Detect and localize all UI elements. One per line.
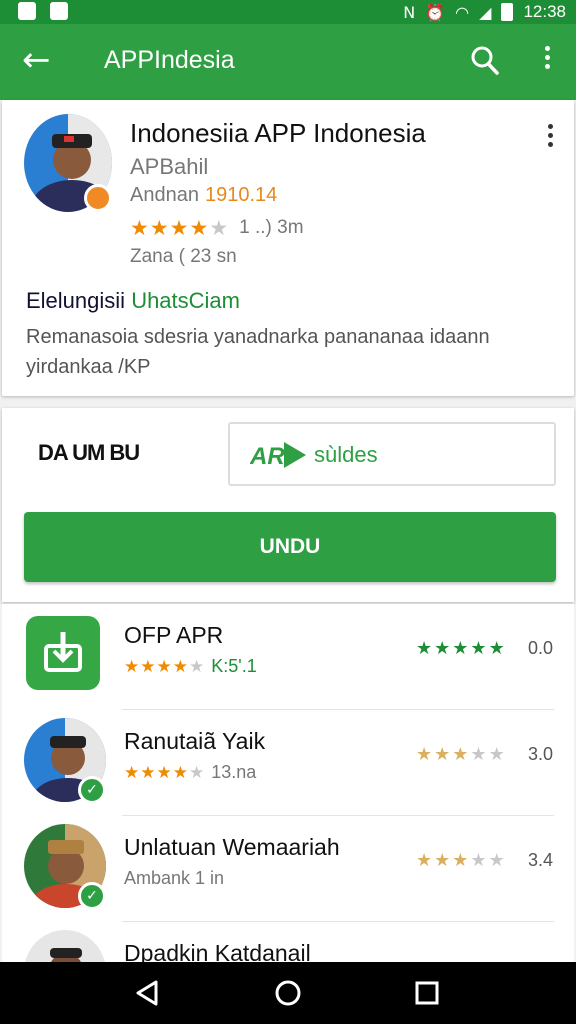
star-filled-icon: ★ [434,744,453,765]
star-filled-icon: ★ [172,763,189,783]
developer-name[interactable]: APBahil [130,154,208,180]
list-item-subtitle: Ambank 1 in [124,868,225,888]
feature-title-dark: Elelungisii [26,288,126,313]
notification-message-icon [50,2,68,20]
star-filled-icon: ★ [189,216,210,240]
related-list: OFP APR ★★★★★ K:5'.1 ★★★★★ 0.0 ✓ Ranutaiã … [2,604,574,1014]
star-filled-icon: ★ [416,638,435,659]
alarm-icon: ⏰ [425,2,446,22]
star-filled-icon: ★ [149,216,170,240]
star-filled-icon: ★ [172,657,189,677]
list-item-value: 3.4 [528,850,554,870]
rating-stars: ★★★★★ [130,216,229,240]
list-item-rating: ★★★★★ 0.0 [416,638,553,659]
list-item-title: Ranutaiã Yaik [124,728,266,754]
list-item[interactable]: ✓ Unlatuan Wemaariah Ambank 1 in ★★★★★ 3.… [2,816,574,922]
star-empty-icon: ★ [189,763,206,783]
star-empty-icon: ★ [470,850,489,871]
signal-icon: ◢ [479,2,492,22]
list-item-subtitle: ★★★★★ K:5'.1 [124,656,257,677]
card-more-icon[interactable] [544,124,556,150]
list-item-rating: ★★★★★ 3.4 [416,850,553,871]
rating-count: 1 ..) 3m [239,217,304,238]
recents-square-icon[interactable] [412,978,442,1008]
star-empty-icon: ★ [488,850,507,871]
nfc-icon: N [403,2,416,22]
app-description: Remanasoia sdesria yanadnarka panananaa … [26,326,490,378]
app-info-card: Indonesiia APP Indonesia APBahil Andnan 1… [2,100,574,396]
list-item-subtext: 13.na [211,762,257,782]
feature-title-green: UhatsCiam [131,288,240,313]
app-title: Indonesiia APP Indonesia [130,118,426,148]
arrow-left-icon[interactable]: ← [22,42,51,78]
star-filled-icon: ★ [156,763,173,783]
list-item[interactable]: ✓ Ranutaiã Yaik ★★★★★ 13.na ★★★★★ 3.0 [2,710,574,816]
star-filled-icon: ★ [140,763,157,783]
app-meta: Andnan 1910.14 [130,184,277,207]
back-triangle-icon[interactable] [132,978,162,1008]
list-item-subtext: K:5'.1 [211,656,257,676]
list-item-value: 3.0 [528,744,554,764]
wifi-icon: ◠ [455,2,470,22]
list-item-subtitle: ★★★★★ 13.na [124,762,256,783]
star-filled-icon: ★ [434,850,453,871]
star-empty-icon: ★ [470,744,489,765]
verified-check-icon: ✓ [78,882,106,910]
star-filled-icon: ★ [156,657,173,677]
notification-app-icon [18,2,36,20]
feature-title: Elelungisii UhatsCiam [26,288,240,314]
system-nav-bar [0,962,576,1024]
star-empty-icon: ★ [488,744,507,765]
more-vert-icon[interactable] [540,46,554,76]
rating-box-logo-text: AR [250,443,285,470]
list-item-title: OFP APR [124,622,224,648]
rating-box[interactable]: AR sùldes [228,422,556,486]
list-item-rating: ★★★★★ 3.0 [416,744,553,765]
status-bar: N ⏰ ◠ ◢ 12:38 [0,0,576,24]
star-filled-icon: ★ [124,763,141,783]
star-filled-icon: ★ [124,657,141,677]
star-filled-icon: ★ [140,657,157,677]
list-item-right-stars: ★★★★★ [416,638,507,659]
list-item-stars: ★★★★★ [124,763,205,783]
developer-badge-icon [84,184,112,212]
meta-label: Andnan [130,184,199,206]
star-empty-icon: ★ [189,657,206,677]
size-text: Zana ( 23 sn [130,246,237,267]
list-item-stars: ★★★★★ [124,657,205,677]
list-item-right-stars: ★★★★★ [416,850,507,871]
star-filled-icon: ★ [470,638,489,659]
list-item-right-stars: ★★★★★ [416,744,507,765]
list-item-title: Unlatuan Wemaariah [124,834,340,860]
rating-box-text: sùldes [314,442,378,467]
battery-icon [501,3,514,21]
star-filled-icon: ★ [452,744,471,765]
downloads-label: DA UM BU [38,440,140,465]
app-bar: ← APPIndesia [0,24,576,100]
star-filled-icon: ★ [488,638,507,659]
star-filled-icon: ★ [434,638,453,659]
rating-row: ★★★★★ 1 ..) 3m [130,216,304,240]
meta-highlight: 1910.14 [204,184,278,206]
list-item-value: 0.0 [528,638,554,658]
star-filled-icon: ★ [416,850,435,871]
actions-card: DA UM BU AR sùldes UNDU [2,408,574,602]
star-filled-icon: ★ [452,850,471,871]
star-filled-icon: ★ [169,216,190,240]
verified-check-icon: ✓ [78,776,106,804]
star-filled-icon: ★ [452,638,471,659]
home-circle-icon[interactable] [273,978,303,1008]
app-bar-title: APPIndesia [104,46,235,74]
star-empty-icon: ★ [209,216,230,240]
star-filled-icon: ★ [130,216,150,240]
status-time: 12:38 [523,2,566,21]
search-icon[interactable] [470,44,500,78]
app-logo-icon: AR [249,438,308,472]
download-app-icon [26,616,100,690]
install-button[interactable]: UNDU [24,512,556,582]
list-item[interactable]: OFP APR ★★★★★ K:5'.1 ★★★★★ 0.0 [2,604,574,710]
star-filled-icon: ★ [416,744,435,765]
